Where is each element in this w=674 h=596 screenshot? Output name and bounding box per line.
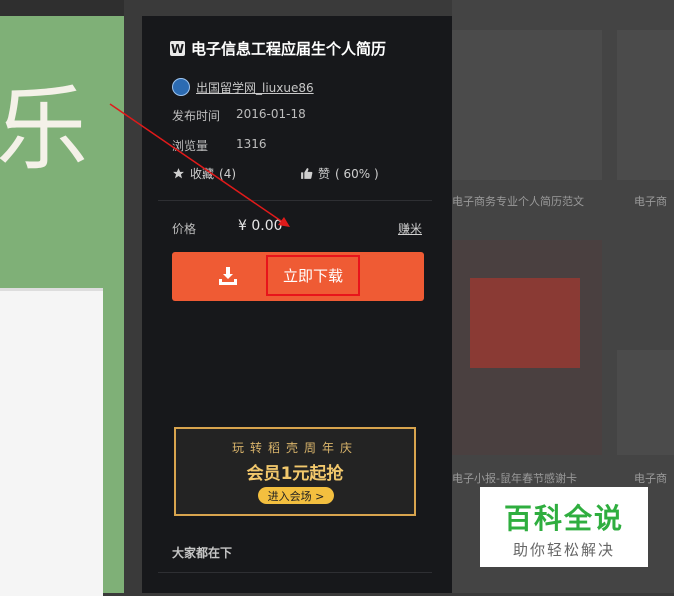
watermark-subtitle: 助你轻松解决 <box>512 541 615 559</box>
watermark-logo: 百科全说 助你轻松解决 <box>480 487 648 567</box>
watermark-title: 百科全说 <box>503 502 624 535</box>
